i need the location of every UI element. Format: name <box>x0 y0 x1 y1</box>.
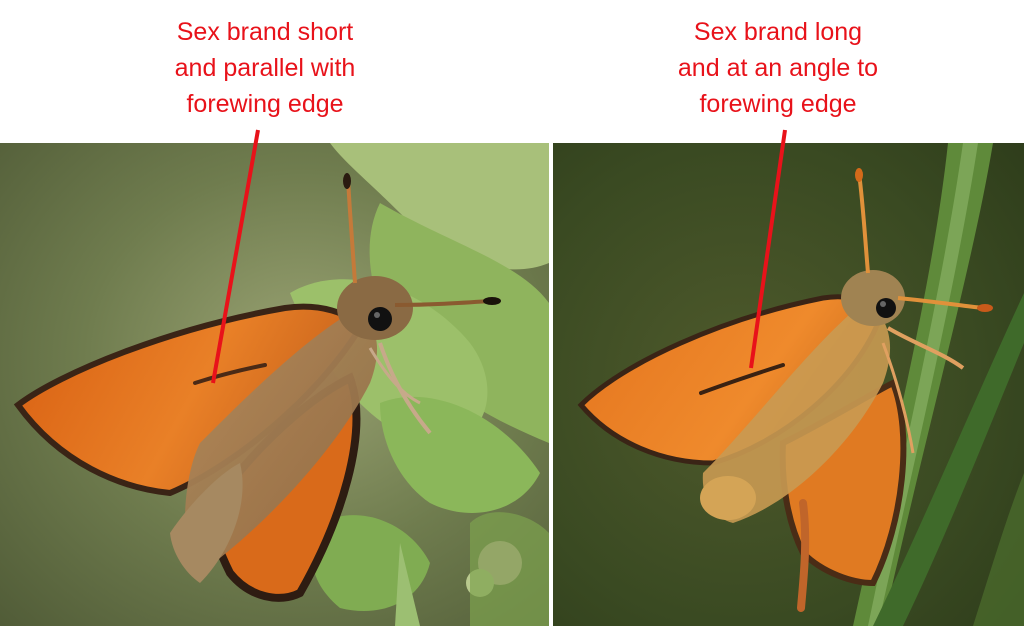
caption-right-line-2: and at an angle to <box>677 54 879 82</box>
caption-right-line-3: forewing edge <box>699 90 857 118</box>
caption-left-line-2: and parallel with <box>174 54 356 82</box>
caption-left-line-1: Sex brand short <box>176 18 354 46</box>
caption-left-line-3: forewing edge <box>186 90 344 118</box>
caption-right-line-1: Sex brand long <box>693 18 863 46</box>
caption-left: Sex brand short and parallel with forewi… <box>115 14 415 122</box>
photo-left-butterfly <box>0 143 549 626</box>
photo-right-butterfly <box>553 143 1024 626</box>
caption-right: Sex brand long and at an angle to forewi… <box>628 14 928 122</box>
